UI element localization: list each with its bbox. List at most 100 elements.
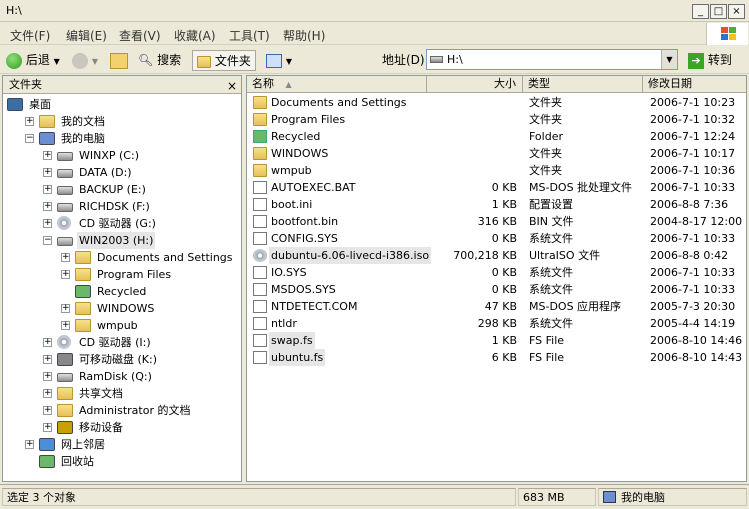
expand-icon[interactable]: +	[43, 168, 52, 177]
file-row[interactable]: swap.fs 1 KB FS File 2006-8-10 14:46	[247, 332, 746, 349]
tree-item[interactable]: + 可移动磁盘 (K:)	[3, 351, 239, 368]
menu-view[interactable]: 查看(V)	[119, 27, 161, 44]
tree-item[interactable]: + Documents and Settings	[3, 249, 239, 266]
back-button[interactable]: 后退 ▼	[6, 50, 60, 71]
collapse-icon[interactable]: −	[43, 236, 52, 245]
file-modified: 2006-8-8 0:42	[650, 249, 729, 262]
expand-icon[interactable]: +	[61, 253, 70, 262]
file-type: Folder	[529, 130, 563, 143]
up-folder-button[interactable]	[110, 50, 128, 71]
tree-item[interactable]: + WINXP (C:)	[3, 147, 239, 164]
expand-icon[interactable]: +	[43, 423, 52, 432]
tree-item[interactable]: + CD 驱动器 (I:)	[3, 334, 239, 351]
tree-item[interactable]: + 共享文档	[3, 385, 239, 402]
forward-button[interactable]: ▼	[72, 50, 98, 71]
file-type: MS-DOS 批处理文件	[529, 181, 633, 194]
file-row[interactable]: ntldr 298 KB 系统文件 2005-4-4 14:19	[247, 315, 746, 332]
tree-item[interactable]: + Program Files	[3, 266, 239, 283]
tree-item-label: WINXP (C:)	[79, 149, 139, 162]
file-name: swap.fs	[269, 332, 315, 349]
file-row[interactable]: WINDOWS 文件夹 2006-7-1 10:17	[247, 145, 746, 162]
tree-item[interactable]: − 我的电脑	[3, 130, 239, 147]
tree-item[interactable]: − WIN2003 (H:)	[3, 232, 239, 249]
file-row[interactable]: AUTOEXEC.BAT 0 KB MS-DOS 批处理文件 2006-7-1 10:…	[247, 179, 746, 196]
tree-item[interactable]: + WINDOWS	[3, 300, 239, 317]
file-row[interactable]: IO.SYS 0 KB 系统文件 2006-7-1 10:33	[247, 264, 746, 281]
column-header-name[interactable]: 名称 ▲	[247, 76, 427, 93]
drive-icon	[57, 203, 73, 212]
menu-file[interactable]: 文件(F)	[10, 27, 50, 44]
tree-item[interactable]: + DATA (D:)	[3, 164, 239, 181]
sys-icon	[253, 283, 267, 296]
file-row[interactable]: boot.ini 1 KB 配置设置 2006-8-8 7:36	[247, 196, 746, 213]
cd-icon	[57, 216, 71, 230]
tree-item[interactable]: + 我的文档	[3, 113, 239, 130]
tree-item[interactable]: Recycled	[3, 283, 239, 300]
expand-icon[interactable]: +	[43, 202, 52, 211]
expand-icon[interactable]: +	[43, 406, 52, 415]
folder-icon	[75, 319, 91, 332]
expand-icon[interactable]: +	[25, 440, 34, 449]
tree-item-label: CD 驱动器 (I:)	[79, 336, 151, 349]
drive-icon	[57, 169, 73, 178]
file-row[interactable]: Recycled Folder 2006-7-1 12:24	[247, 128, 746, 145]
file-row[interactable]: MSDOS.SYS 0 KB 系统文件 2006-7-1 10:33	[247, 281, 746, 298]
tree-item[interactable]: + 网上邻居	[3, 436, 239, 453]
expand-icon[interactable]: +	[61, 321, 70, 330]
search-label: 搜索	[157, 53, 182, 67]
tree-item-label: CD 驱动器 (G:)	[79, 217, 156, 230]
minimize-button[interactable]: _	[692, 4, 709, 19]
address-dropdown-icon[interactable]: ▼	[661, 50, 677, 69]
file-name: AUTOEXEC.BAT	[271, 181, 356, 194]
address-field[interactable]: H:\ ▼	[426, 49, 678, 70]
menu-favorites[interactable]: 收藏(A)	[174, 27, 216, 44]
folder-pane-close-button[interactable]: ×	[227, 77, 237, 95]
tree-item[interactable]: + RICHDSK (F:)	[3, 198, 239, 215]
expand-icon[interactable]: +	[43, 372, 52, 381]
expand-icon[interactable]: +	[43, 185, 52, 194]
expand-icon[interactable]: +	[25, 117, 34, 126]
expand-icon[interactable]: +	[43, 219, 52, 228]
column-header-size[interactable]: 大小	[427, 76, 523, 93]
expand-icon[interactable]: +	[43, 355, 52, 364]
expand-icon[interactable]: +	[43, 389, 52, 398]
folders-button[interactable]: 文件夹	[192, 50, 256, 71]
tree-item-label: Recycled	[97, 285, 147, 298]
close-button[interactable]: ×	[728, 4, 745, 19]
file-row[interactable]: dubuntu-6.06-livecd-i386.iso 700,218 KB Ul…	[247, 247, 746, 264]
go-button[interactable]: ➔ 转到	[688, 50, 732, 70]
search-button[interactable]: 🔍︎ 搜索	[138, 50, 181, 71]
tree-item[interactable]: + RamDisk (Q:)	[3, 368, 239, 385]
column-header-modified[interactable]: 修改日期	[643, 76, 746, 93]
tree-item[interactable]: + CD 驱动器 (G:)	[3, 215, 239, 232]
file-row[interactable]: ubuntu.fs 6 KB FS File 2006-8-10 14:43	[247, 349, 746, 366]
removable-icon	[57, 353, 73, 366]
menu-help[interactable]: 帮助(H)	[283, 27, 325, 44]
folder-tree-pane: 文件夹 × 桌面 + 我的文档 − 我的电脑 + WINXP (C:) + DATA (D:) +…	[2, 75, 242, 482]
column-header-type[interactable]: 类型	[523, 76, 643, 93]
views-button[interactable]: ▼	[266, 50, 292, 71]
tree-item[interactable]: + Administrator 的文档	[3, 402, 239, 419]
expand-icon[interactable]: +	[43, 151, 52, 160]
expand-icon[interactable]: +	[61, 270, 70, 279]
tree-item[interactable]: 桌面	[3, 96, 239, 113]
expand-icon[interactable]: +	[43, 338, 52, 347]
file-type: FS File	[529, 351, 565, 364]
maximize-button[interactable]: □	[710, 4, 727, 19]
tree-item[interactable]: + 移动设备	[3, 419, 239, 436]
tree-item[interactable]: + BACKUP (E:)	[3, 181, 239, 198]
file-row[interactable]: CONFIG.SYS 0 KB 系统文件 2006-7-1 10:33	[247, 230, 746, 247]
menu-edit[interactable]: 编辑(E)	[66, 27, 107, 44]
file-row[interactable]: wmpub 文件夹 2006-7-1 10:36	[247, 162, 746, 179]
file-row[interactable]: NTDETECT.COM 47 KB MS-DOS 应用程序 2005-7-3 20:…	[247, 298, 746, 315]
collapse-icon[interactable]: −	[25, 134, 34, 143]
menu-tools[interactable]: 工具(T)	[229, 27, 270, 44]
tree-item[interactable]: 回收站	[3, 453, 239, 470]
file-row[interactable]: bootfont.bin 316 KB BIN 文件 2004-8-17 12:00	[247, 213, 746, 230]
tree-item[interactable]: + wmpub	[3, 317, 239, 334]
file-row[interactable]: Program Files 文件夹 2006-7-1 10:32	[247, 111, 746, 128]
expand-icon[interactable]: +	[61, 304, 70, 313]
file-row[interactable]: Documents and Settings 文件夹 2006-7-1 10:23	[247, 94, 746, 111]
file-type: 配置设置	[529, 198, 573, 211]
status-bar: 选定 3 个对象 683 MB 我的电脑	[0, 484, 749, 509]
